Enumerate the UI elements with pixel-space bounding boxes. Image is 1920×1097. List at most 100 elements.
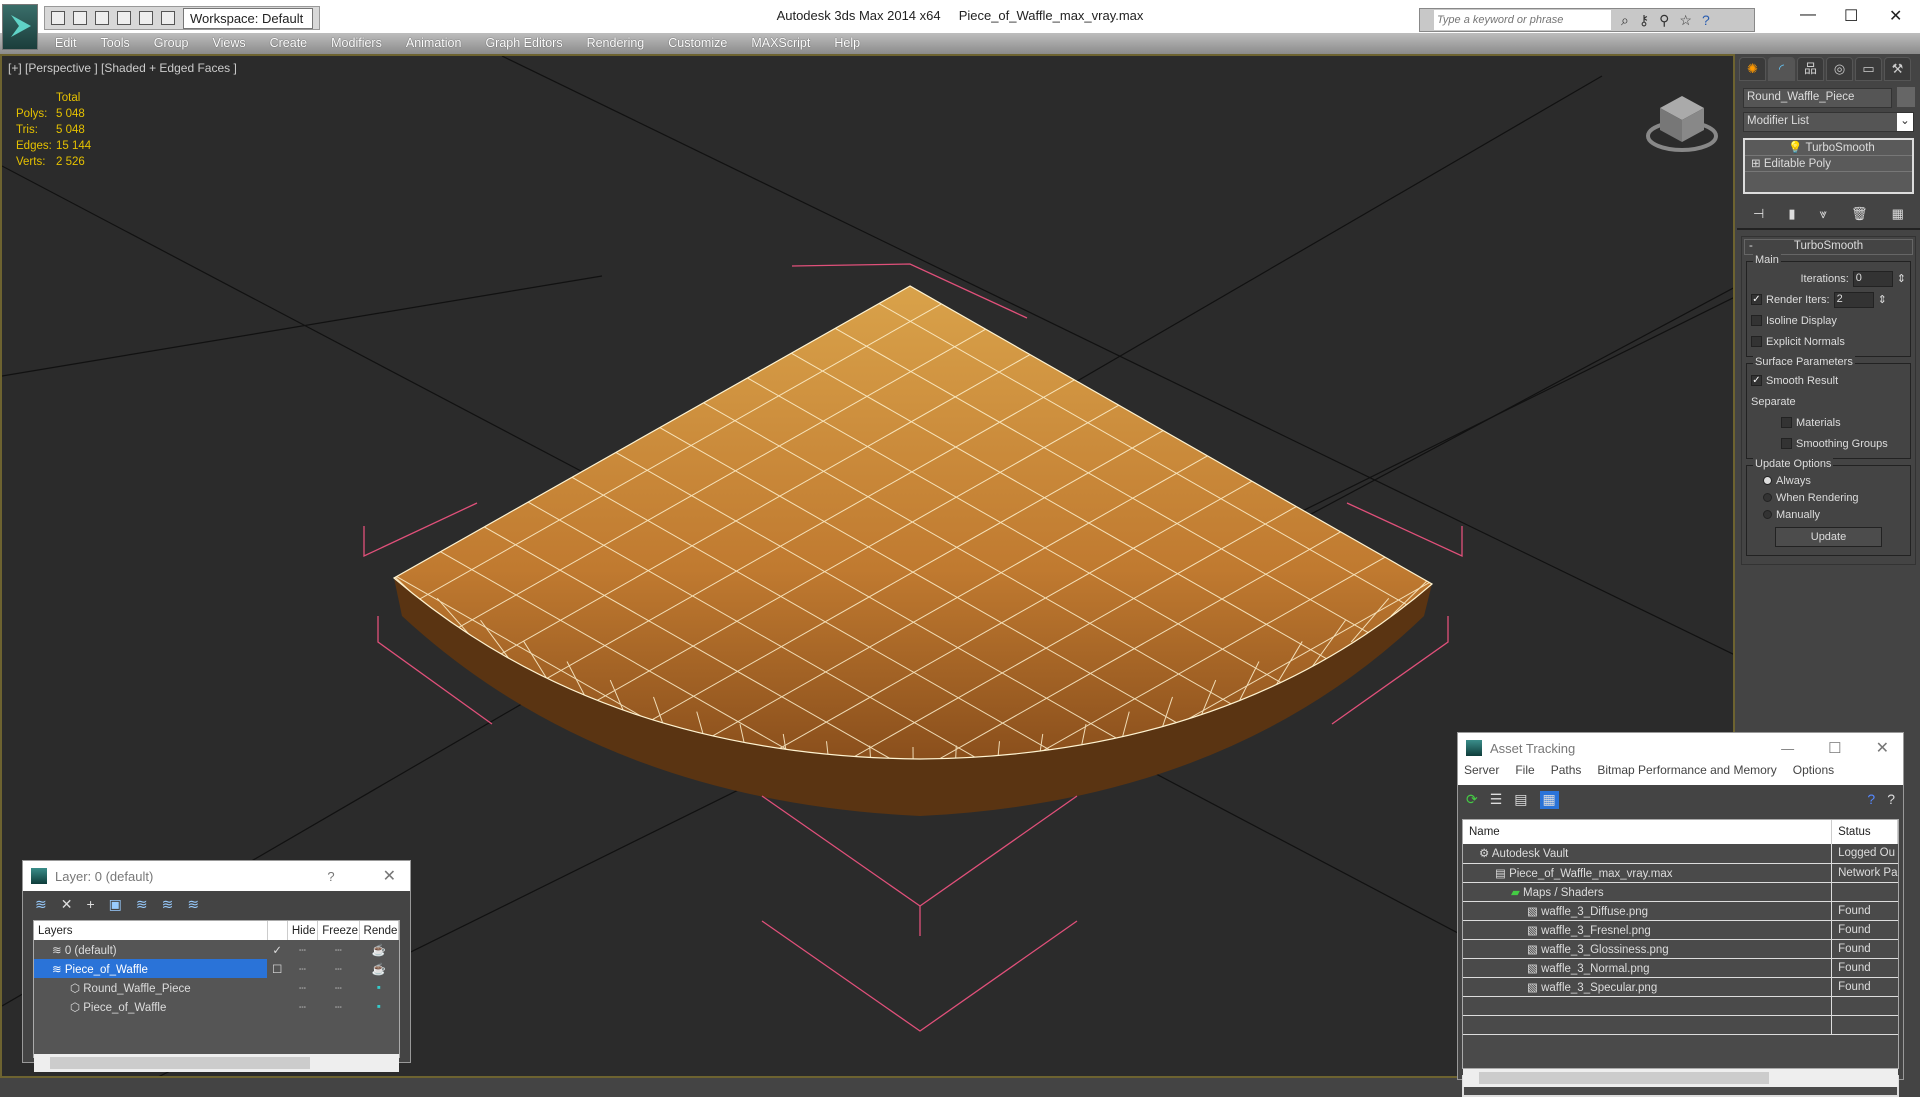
help-button[interactable]: ? bbox=[327, 869, 334, 884]
asset-menu-item[interactable]: Paths bbox=[1551, 763, 1582, 785]
column-header[interactable]: Layers bbox=[34, 921, 268, 940]
smooth-result-checkbox[interactable]: ✓ bbox=[1751, 375, 1762, 386]
stack-item-turbosmooth[interactable]: 💡 TurboSmooth bbox=[1745, 140, 1912, 156]
modify-tab-icon[interactable]: ◜ bbox=[1768, 57, 1795, 81]
app-logo[interactable] bbox=[2, 4, 38, 50]
menu-modifiers[interactable]: Modifiers bbox=[331, 33, 394, 54]
layer-row[interactable]: ⬡ Round_Waffle_Piece ┅ ┅ ▪ bbox=[34, 978, 399, 997]
smoothing-groups-checkbox[interactable] bbox=[1781, 438, 1792, 449]
asset-row[interactable]: ▧ waffle_3_Glossiness.png Found bbox=[1463, 939, 1898, 959]
display-tab-icon[interactable]: ▭ bbox=[1855, 57, 1882, 81]
asset-row[interactable]: ▧ waffle_3_Diffuse.png Found bbox=[1463, 901, 1898, 921]
object-color-swatch[interactable] bbox=[1897, 87, 1915, 107]
select-layer-icon[interactable]: ≋ bbox=[136, 896, 148, 913]
help-icon[interactable]: ? bbox=[1867, 791, 1875, 809]
hide-toggle[interactable]: ┅ bbox=[287, 978, 317, 997]
current-layer-toggle[interactable]: ☐ bbox=[272, 964, 282, 976]
always-radio[interactable] bbox=[1763, 476, 1772, 485]
spinner-arrows-icon[interactable]: ⇕ bbox=[1897, 272, 1906, 285]
vault-help-icon[interactable]: ? bbox=[1887, 791, 1895, 809]
help-icon[interactable]: ? bbox=[1702, 12, 1710, 28]
asset-row[interactable]: ▧ waffle_3_Fresnel.png Found bbox=[1463, 920, 1898, 940]
layer-row[interactable]: ≋ 0 (default) ✓ ┅ ┅ ☕ bbox=[34, 940, 399, 959]
list-view-icon[interactable]: ☰ bbox=[1490, 791, 1503, 809]
rollout-header[interactable]: - TurboSmooth bbox=[1744, 239, 1913, 255]
column-header[interactable]: Status bbox=[1831, 820, 1898, 844]
utilities-tab-icon[interactable]: ⚒ bbox=[1884, 57, 1911, 81]
menu-create[interactable]: Create bbox=[270, 33, 320, 54]
manually-radio[interactable] bbox=[1763, 510, 1772, 519]
freeze-toggle[interactable]: ┅ bbox=[318, 940, 359, 959]
isoline-checkbox[interactable] bbox=[1751, 315, 1762, 326]
configure-sets-icon[interactable]: ▦ bbox=[1892, 206, 1904, 222]
binoculars-icon[interactable]: ⌕ bbox=[1621, 12, 1629, 29]
column-header[interactable]: Name bbox=[1463, 820, 1833, 844]
menu-edit[interactable]: Edit bbox=[55, 33, 89, 54]
show-end-result-icon[interactable]: ▮ bbox=[1788, 206, 1795, 222]
column-header[interactable]: Hide bbox=[287, 921, 319, 940]
select-objects-icon[interactable]: ▣ bbox=[109, 896, 122, 913]
close-button[interactable]: ✕ bbox=[1876, 738, 1889, 758]
close-button[interactable]: ✕ bbox=[383, 866, 396, 886]
minimize-button[interactable]: — bbox=[1781, 741, 1794, 756]
horizontal-scrollbar[interactable] bbox=[34, 1054, 399, 1072]
refresh-icon[interactable]: ⟳ bbox=[1466, 791, 1478, 809]
iterations-spinner[interactable]: 0 bbox=[1852, 270, 1893, 287]
column-header[interactable]: Rende bbox=[359, 921, 400, 940]
layer-row[interactable]: ⬡ Piece_of_Waffle ┅ ┅ ▪ bbox=[34, 997, 399, 1016]
menu-customize[interactable]: Customize bbox=[668, 33, 739, 54]
pin-stack-icon[interactable]: ⊣ bbox=[1753, 206, 1764, 222]
menu-maxscript[interactable]: MAXScript bbox=[751, 33, 822, 54]
asset-menu-item[interactable]: File bbox=[1515, 763, 1534, 785]
asset-row[interactable]: ▧ waffle_3_Normal.png Found bbox=[1463, 958, 1898, 978]
star-icon[interactable]: ☆ bbox=[1679, 12, 1692, 29]
freeze-toggle[interactable]: ┅ bbox=[318, 978, 359, 997]
render-toggle-icon[interactable]: ☕ bbox=[359, 940, 398, 959]
motion-tab-icon[interactable]: ◎ bbox=[1826, 57, 1853, 81]
object-name-field[interactable]: Round_Waffle_Piece bbox=[1743, 88, 1892, 108]
set-current-layer-icon[interactable]: ≋ bbox=[162, 896, 174, 913]
render-toggle-icon[interactable]: ☕ bbox=[359, 959, 398, 978]
create-tab-icon[interactable]: ✺ bbox=[1739, 57, 1766, 81]
asset-row[interactable]: ▰ Maps / Shaders bbox=[1463, 882, 1898, 902]
remove-modifier-icon[interactable]: 🗑 bbox=[1851, 206, 1868, 222]
add-to-layer-icon[interactable]: + bbox=[86, 896, 94, 913]
menu-group[interactable]: Group bbox=[154, 33, 201, 54]
maximize-button[interactable]: ☐ bbox=[1828, 739, 1841, 757]
search-input[interactable] bbox=[1434, 10, 1611, 30]
layer-row[interactable]: ≋ Piece_of_Waffle ☐ ┅ ┅ ☕ bbox=[34, 959, 399, 978]
menu-animation[interactable]: Animation bbox=[406, 33, 474, 54]
asset-row[interactable]: ⚙ Autodesk Vault Logged Ou bbox=[1463, 844, 1898, 864]
satellite-icon[interactable]: ⚲ bbox=[1659, 12, 1669, 29]
modifier-list-dropdown[interactable]: Modifier List ⌄ bbox=[1743, 112, 1914, 132]
minimize-button[interactable]: — bbox=[1800, 6, 1816, 24]
freeze-toggle[interactable]: ┅ bbox=[318, 997, 359, 1016]
render-iters-spinner[interactable]: 2 bbox=[1833, 291, 1874, 308]
menu-views[interactable]: Views bbox=[212, 33, 257, 54]
hide-toggle[interactable]: ┅ bbox=[287, 940, 317, 959]
column-header[interactable]: Freeze bbox=[317, 921, 360, 940]
viewport-label[interactable]: [+] [Perspective ] [Shaded + Edged Faces… bbox=[8, 61, 237, 75]
menu-help[interactable]: Help bbox=[834, 33, 872, 54]
table-view-icon[interactable]: ▦ bbox=[1539, 791, 1559, 809]
hierarchy-tab-icon[interactable]: 品 bbox=[1797, 57, 1824, 81]
delete-layer-icon[interactable]: ✕ bbox=[61, 896, 73, 913]
asset-menu-item[interactable]: Server bbox=[1464, 763, 1499, 785]
menu-graph-editors[interactable]: Graph Editors bbox=[485, 33, 574, 54]
asset-row[interactable]: ▤ Piece_of_Waffle_max_vray.max Network Pa bbox=[1463, 863, 1898, 883]
close-button[interactable]: ✕ bbox=[1889, 6, 1902, 26]
tree-view-icon[interactable]: ▤ bbox=[1514, 791, 1527, 809]
materials-checkbox[interactable] bbox=[1781, 417, 1792, 428]
horizontal-scrollbar[interactable] bbox=[1463, 1068, 1898, 1087]
create-layer-icon[interactable]: ≋ bbox=[35, 896, 47, 913]
asset-row[interactable]: ▧ waffle_3_Specular.png Found bbox=[1463, 977, 1898, 997]
explicit-normals-checkbox[interactable] bbox=[1751, 336, 1762, 347]
maximize-button[interactable]: ☐ bbox=[1844, 6, 1858, 26]
render-toggle-icon[interactable]: ▪ bbox=[359, 997, 398, 1016]
menu-rendering[interactable]: Rendering bbox=[587, 33, 657, 54]
menu-tools[interactable]: Tools bbox=[101, 33, 142, 54]
current-layer-toggle[interactable]: ✓ bbox=[272, 945, 282, 957]
spinner-arrows-icon[interactable]: ⇕ bbox=[1878, 293, 1887, 306]
key-icon[interactable]: ⚷ bbox=[1639, 12, 1649, 29]
column-header[interactable] bbox=[267, 921, 288, 940]
